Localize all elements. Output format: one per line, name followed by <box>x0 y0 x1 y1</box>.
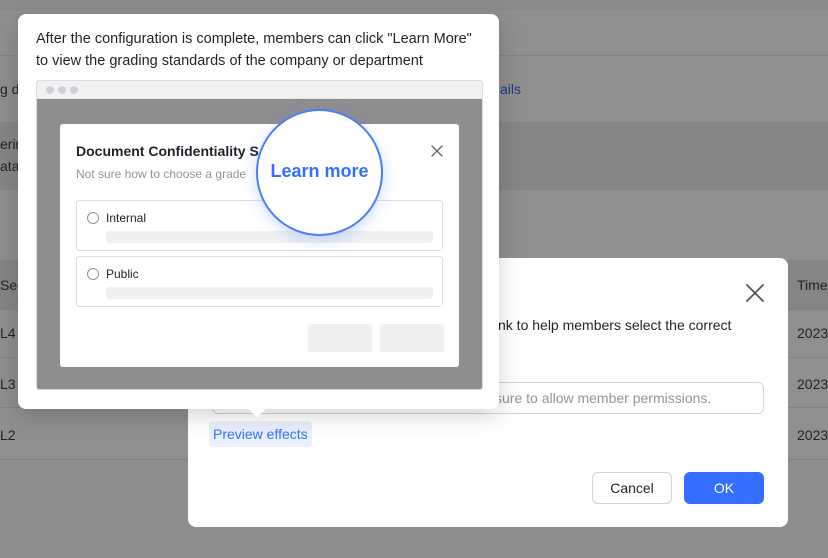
close-icon <box>746 284 764 302</box>
bg-link-fragment: ails <box>500 81 522 97</box>
cancel-button[interactable]: Cancel <box>592 472 672 504</box>
learn-more-magnifier: Learn more <box>256 109 383 236</box>
mock-option-public: Public <box>76 256 443 307</box>
bg-cell: L3 <box>0 376 16 392</box>
bg-band <box>0 0 828 10</box>
placeholder-bar <box>106 287 433 299</box>
mock-dialog-subtitle: Not sure how to choose a grade <box>76 167 247 181</box>
preview-image: Document Confidentiality S Not sure how … <box>36 80 483 390</box>
dialog-close-button[interactable] <box>744 282 766 304</box>
ok-button[interactable]: OK <box>684 472 764 504</box>
window-dot-icon <box>58 86 66 94</box>
preview-popover: After the configuration is complete, mem… <box>18 14 499 418</box>
bg-text-fragment: ata <box>0 158 20 174</box>
placeholder-bar <box>106 231 433 243</box>
close-icon <box>431 145 443 157</box>
learn-more-text: Learn more <box>270 161 369 181</box>
bg-cell: 2023 <box>797 325 828 341</box>
bg-cell: 2023 <box>797 427 828 443</box>
mock-button <box>308 324 372 352</box>
mock-window-titlebar <box>37 81 482 99</box>
bg-cell: L4 <box>0 325 16 341</box>
mock-option-label: Internal <box>106 211 147 225</box>
bg-text-fragment: g d <box>0 81 20 97</box>
popover-description: After the configuration is complete, mem… <box>36 31 472 69</box>
preview-effects-link[interactable]: Preview effects <box>209 421 312 447</box>
radio-icon <box>87 212 99 224</box>
mock-dialog-title: Document Confidentiality S <box>76 143 259 159</box>
mock-option-label: Public <box>106 267 139 281</box>
radio-icon <box>87 268 99 280</box>
bg-column-header: Time <box>797 277 828 293</box>
dialog-description: nk to help members select the correct <box>498 317 732 333</box>
window-dot-icon <box>46 86 54 94</box>
bg-cell: L2 <box>0 427 16 443</box>
window-dot-icon <box>70 86 78 94</box>
mock-option-internal: Internal <box>76 200 443 251</box>
bg-cell: 2023 <box>797 376 828 392</box>
mock-button <box>380 324 444 352</box>
